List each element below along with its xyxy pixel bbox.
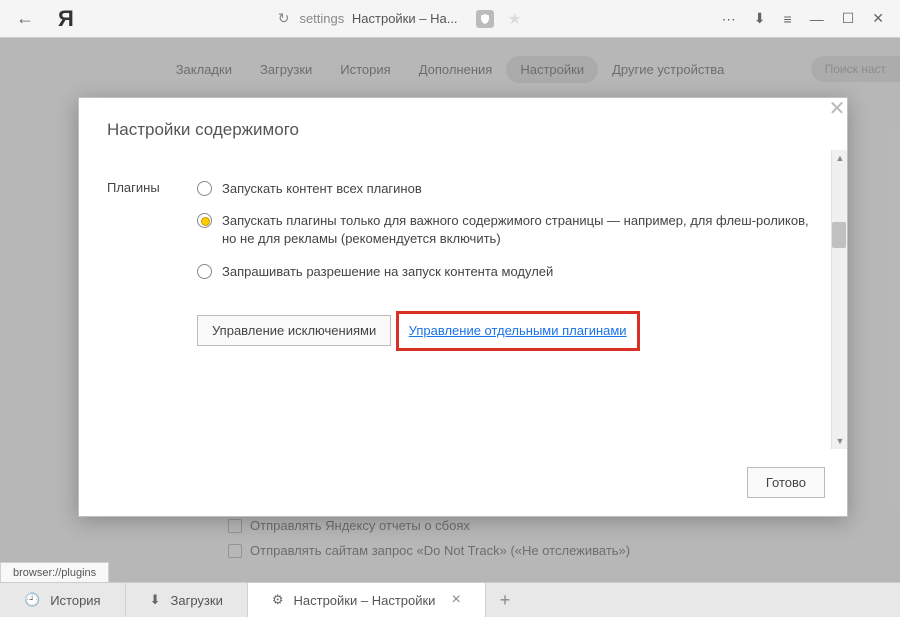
plugin-option-important-only[interactable]: Запускать плагины только для важного сод…	[197, 212, 819, 248]
scroll-down-icon[interactable]: ▼	[832, 433, 847, 449]
plugin-option-run-all[interactable]: Запускать контент всех плагинов	[197, 180, 819, 198]
clock-icon: 🕘	[24, 592, 40, 608]
bottom-tab-history[interactable]: 🕘 История	[0, 583, 126, 617]
plugins-section-label: Плагины	[107, 180, 177, 351]
maximize-button[interactable]: ☐	[842, 10, 855, 27]
tab-close-icon[interactable]: ×	[451, 591, 460, 609]
scroll-up-icon[interactable]: ▲	[832, 150, 847, 166]
done-button[interactable]: Готово	[747, 467, 825, 498]
bookmark-star-icon[interactable]: ★	[508, 9, 522, 29]
bottom-tab-settings[interactable]: ⚙ Настройки – Настройки ×	[248, 583, 486, 617]
minimize-button[interactable]: —	[810, 11, 824, 27]
gear-icon: ⚙	[272, 592, 284, 608]
plugin-option-ask[interactable]: Запрашивать разрешение на запуск контент…	[197, 263, 819, 281]
radio-icon[interactable]	[197, 213, 212, 228]
manage-individual-plugins-link[interactable]: Управление отдельными плагинами	[409, 323, 627, 338]
more-dots-icon[interactable]: ⋯	[722, 13, 736, 25]
status-bar: browser://plugins	[0, 562, 109, 582]
new-tab-button[interactable]: +	[486, 583, 525, 617]
highlighted-link-box: Управление отдельными плагинами	[396, 311, 640, 351]
shield-icon[interactable]	[476, 10, 494, 28]
back-button[interactable]: ←	[8, 4, 42, 33]
address-bar[interactable]: settings Настройки – На...	[299, 11, 457, 26]
scroll-thumb[interactable]	[832, 222, 846, 248]
radio-icon[interactable]	[197, 264, 212, 279]
modal-scrollbar[interactable]: ▲ ▼	[831, 150, 847, 449]
menu-icon[interactable]: ≡	[784, 11, 792, 27]
download-arrow-icon: ⬇	[150, 592, 161, 608]
manage-exceptions-button[interactable]: Управление исключениями	[197, 315, 391, 346]
radio-icon[interactable]	[197, 181, 212, 196]
bottom-tab-downloads[interactable]: ⬇ Загрузки	[126, 583, 248, 617]
titlebar: ← Я ↻ settings Настройки – На... ★ ⋯ ⬇ ≡…	[0, 0, 900, 38]
bottom-tabstrip: 🕘 История ⬇ Загрузки ⚙ Настройки – Настр…	[0, 582, 900, 617]
reload-icon[interactable]: ↻	[278, 10, 290, 27]
modal-close-button[interactable]: ✕	[825, 96, 849, 120]
yandex-logo[interactable]: Я	[54, 6, 78, 32]
content-settings-modal: ✕ Настройки содержимого ▲ ▼ Плагины Запу…	[78, 97, 848, 517]
modal-title: Настройки содержимого	[79, 98, 847, 150]
close-window-button[interactable]: ✕	[872, 10, 884, 27]
downloads-icon[interactable]: ⬇	[754, 10, 766, 27]
